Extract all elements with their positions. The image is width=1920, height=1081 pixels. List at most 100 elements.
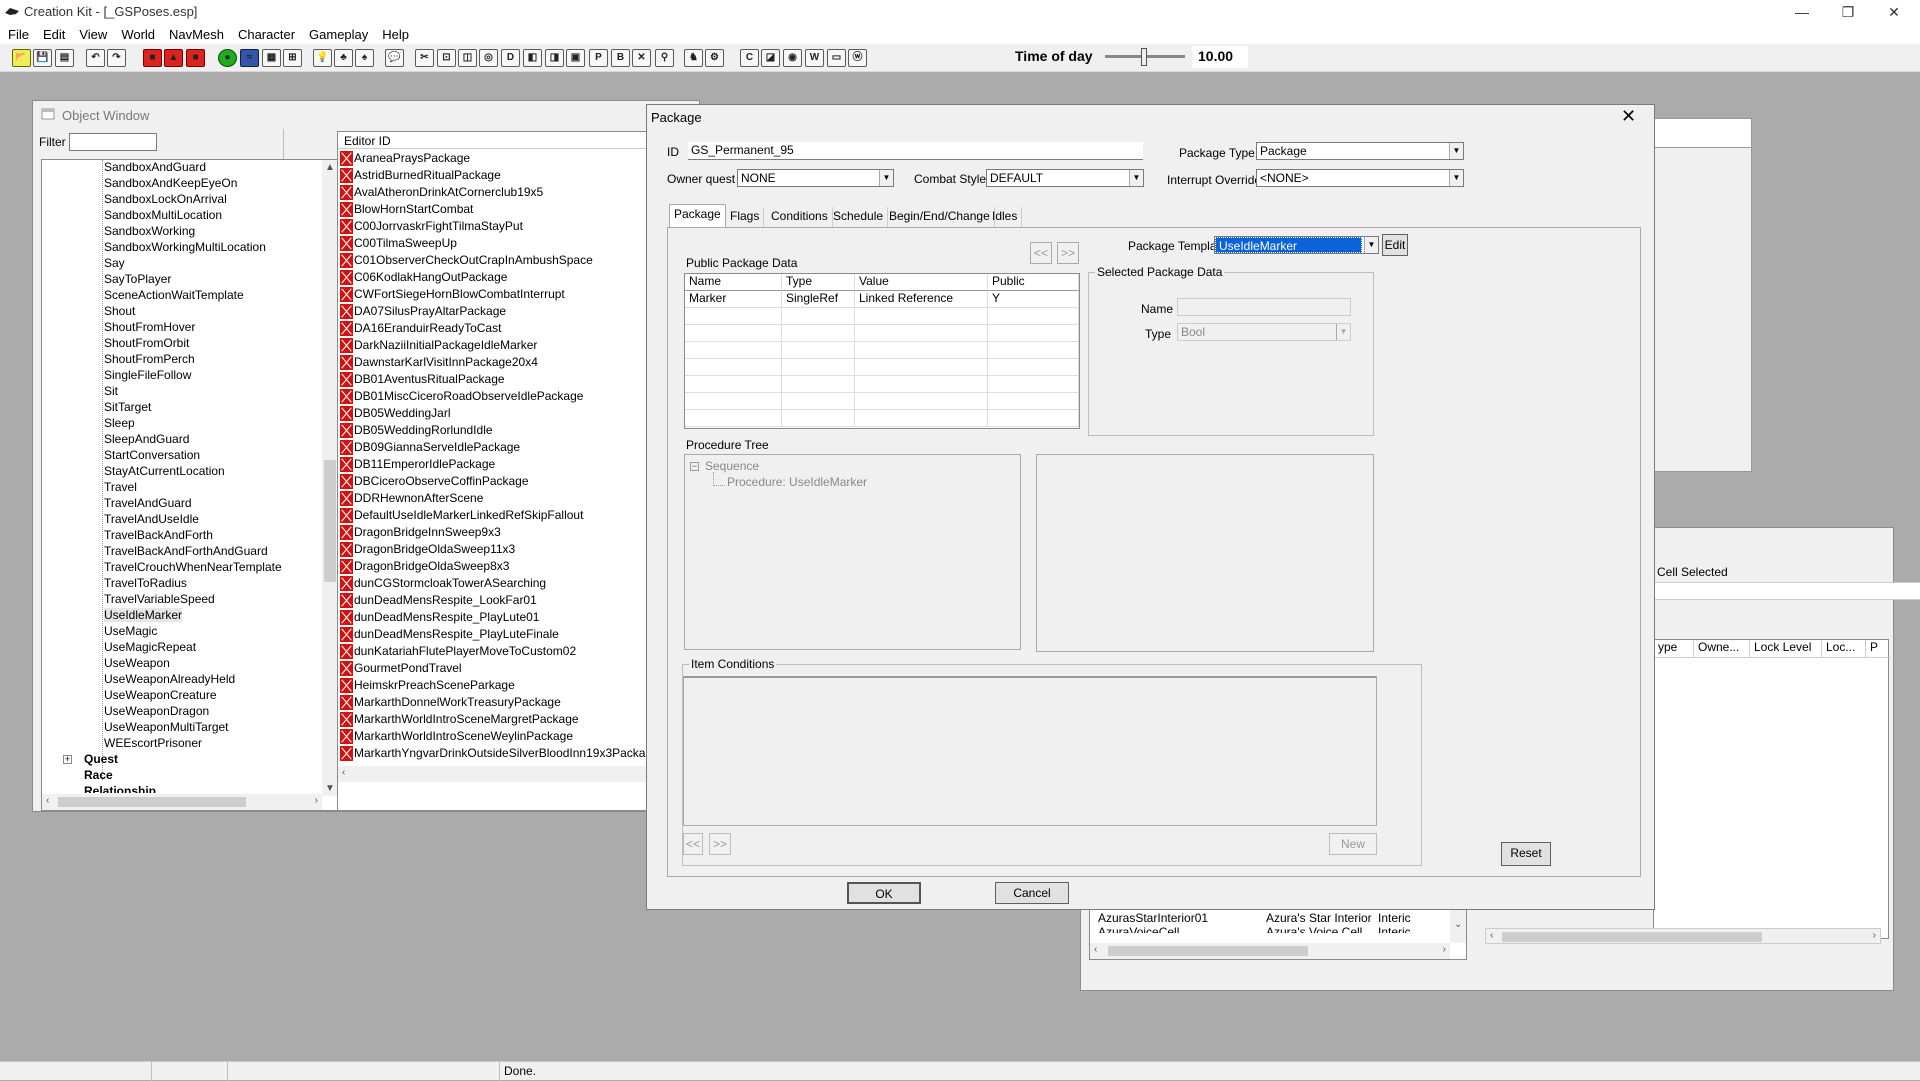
expand-quest-icon[interactable]: + [63,755,72,764]
tree-item[interactable]: SandboxMultiLocation [104,208,222,222]
editor-id-row[interactable]: AstridBurnedRitualPackage [338,167,698,184]
column-header[interactable]: Type [782,274,855,291]
column-header[interactable]: Value [855,274,988,291]
editor-id-row[interactable]: C01ObserverCheckOutCrapInAmbushSpace [338,252,698,269]
snap-angle-button[interactable]: ◫ [458,49,477,67]
tree-item[interactable]: SandboxAndKeepEyeOn [104,176,237,190]
editor-id-row[interactable]: C00TilmaSweepUp [338,235,698,252]
tree-item[interactable]: TravelAndGuard [104,496,192,510]
references-hscroll[interactable]: ‹ › [1485,928,1881,944]
menu-world[interactable]: World [114,26,162,44]
id-input[interactable]: GS_Permanent_95 [688,142,1143,160]
tree-item[interactable]: SayToPlayer [104,272,171,286]
editor-id-header[interactable]: Editor ID [338,132,698,149]
speech-bubble-button[interactable]: 💬 [385,49,404,67]
editor-id-row[interactable]: DefaultUseIdleMarkerLinkedRefSkipFallout [338,507,698,524]
editor-id-row[interactable]: dunDeadMensRespite_PlayLuteFinale [338,626,698,643]
tree-item[interactable]: TravelBackAndForth [104,528,213,542]
cell-list[interactable]: AzurasStarInterior01 Azura's Star Interi… [1089,908,1467,960]
render-window-button[interactable]: ■ [143,49,162,67]
editor-id-row[interactable]: dunKatariahFlutePlayerMoveToCustom02 [338,643,698,660]
menu-edit[interactable]: Edit [36,26,72,44]
snap-p-button[interactable]: P [589,49,608,67]
prev-page-button[interactable]: << [1030,242,1052,264]
time-of-day-slider-thumb[interactable] [1141,48,1147,66]
w-button[interactable]: W [805,49,824,67]
tree-item[interactable]: SandboxWorking [104,224,195,238]
menu-navmesh[interactable]: NavMesh [162,26,231,44]
public-package-data-table[interactable]: Name Type Value Public Marker SingleRef Linked… [684,273,1080,429]
collapse-sequence-icon[interactable]: − [690,462,699,471]
cell-name[interactable]: Azura's Star Interior [1262,911,1372,925]
snap-b-button[interactable]: B [611,49,630,67]
col-location-header[interactable]: Loc... [1822,640,1866,658]
editor-id-row[interactable]: DB11EmperorIdlePackage [338,456,698,473]
tree-item[interactable]: ShoutFromHover [104,320,195,334]
column-header[interactable]: Public [988,274,1079,291]
editor-id-row[interactable]: dunCGStormcloakTowerASearching [338,575,698,592]
snap-square-button[interactable]: ▣ [566,49,585,67]
menu-character[interactable]: Character [231,26,302,44]
grass-button[interactable]: ♠ [355,49,374,67]
cell-references-list[interactable]: ype Owne... Lock Level Loc... P [1653,639,1890,939]
snap-wall-button[interactable]: ◨ [545,49,564,67]
snap-grid-button[interactable]: ⊡ [437,49,456,67]
editor-id-row[interactable]: MarkarthWorldIntroSceneWeylinPackage [338,728,698,745]
tree-item[interactable]: SitTarget [104,400,151,414]
open-folder-button[interactable]: 📂 [12,49,31,67]
tree-category[interactable]: Relationship [84,784,156,793]
tab-flags[interactable]: Flags [726,207,765,227]
navmesh-button[interactable]: ▦ [262,49,281,67]
tree-item[interactable]: UseWeaponAlreadyHeld [104,672,235,686]
tree-item[interactable]: ShoutFromOrbit [104,336,189,350]
data-files-button[interactable]: ▤ [55,49,74,67]
editor-id-row[interactable]: DA16EranduirReadyToCast [338,320,698,337]
snap-x-button[interactable]: ✕ [632,49,651,67]
tab-package[interactable]: Package [669,204,726,227]
table-cell[interactable]: Y [988,291,1079,308]
tree-item[interactable]: Sit [104,384,118,398]
tab-idles[interactable]: Idles [988,207,1023,227]
tree-item[interactable]: UseWeapon [104,656,170,670]
editor-id-row[interactable]: dunDeadMensRespite_PlayLute01 [338,609,698,626]
cell-type[interactable]: Interic [1374,925,1434,933]
selected-type-select[interactable]: Bool ▼ [1177,323,1351,341]
render-lights-button[interactable]: ■ [186,49,205,67]
editor-id-row[interactable]: BlowHornStartCombat [338,201,698,218]
tree-item[interactable]: SingleFileFollow [104,368,191,382]
reset-button[interactable]: Reset [1501,842,1551,866]
procedure-usidlemarker-node[interactable]: Procedure: UseIdleMarker [727,475,867,489]
render-markers-button[interactable]: ▲ [164,49,183,67]
tree-item[interactable]: Sleep [104,416,135,430]
tree-hscroll[interactable]: ‹ › [42,794,322,810]
cell-editor-id[interactable]: AzurasStarInterior01 [1094,911,1260,925]
owner-quest-select[interactable]: NONE ▼ [737,169,894,187]
editor-id-row[interactable]: DragonBridgeInnSweep9x3 [338,524,698,541]
tree-item[interactable]: StartConversation [104,448,200,462]
col-owner-header[interactable]: Owne... [1694,640,1750,658]
editor-id-row[interactable]: AvalAtheronDrinkAtCornerclub19x5 [338,184,698,201]
conditions-next-button[interactable]: >> [709,833,731,855]
cell-list-hscroll[interactable]: ‹ › [1090,943,1450,959]
item-conditions-list[interactable] [683,676,1377,826]
snap-circle-button[interactable]: ◎ [479,49,498,67]
cell-filter-field[interactable] [1653,582,1920,600]
menu-file[interactable]: File [0,26,36,44]
tree-item[interactable]: Shout [104,304,135,318]
editor-id-row[interactable]: AraneaPraysPackage [338,150,698,167]
tree-item[interactable]: UseMagic [104,624,157,638]
object-category-tree[interactable]: SandboxAndGuard SandboxAndKeepEyeOn Sandbo… [41,159,339,811]
tree-item[interactable]: TravelCrouchWhenNearTemplate [104,560,282,574]
close-dialog-button[interactable]: ✕ [1621,106,1636,127]
undo-button[interactable]: ↶ [86,49,105,67]
tree-vscroll[interactable]: ▲ ▼ [322,160,338,796]
table-cell[interactable]: SingleRef [782,291,855,308]
monitor-button[interactable]: ▭ [827,49,846,67]
tree-item[interactable]: UseWeaponDragon [104,704,209,718]
editor-id-row[interactable]: MarkarthYngvarDrinkOutsideSilverBloodInn… [338,745,698,762]
gear-button[interactable]: ⚙ [705,49,724,67]
tree-item[interactable]: TravelAndUseIdle [104,512,199,526]
next-page-button[interactable]: >> [1057,242,1079,264]
table-cell[interactable]: Linked Reference [855,291,988,308]
tree-item[interactable]: StayAtCurrentLocation [104,464,225,478]
